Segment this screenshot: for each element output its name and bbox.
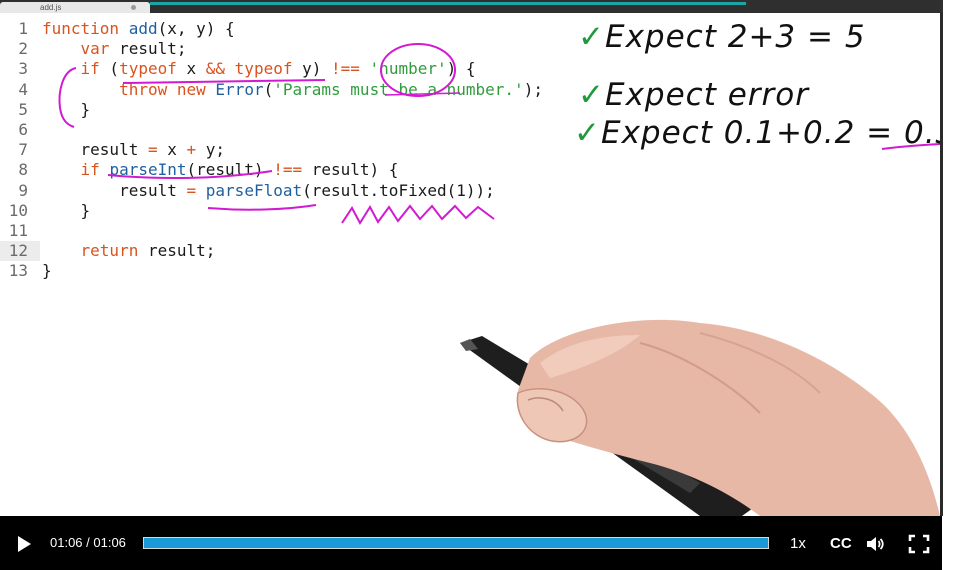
frame-edge <box>940 13 943 516</box>
fullscreen-icon <box>908 534 930 554</box>
note-text: Expect 2+3 = 5 <box>604 19 866 55</box>
checkmark-icon: ✓ <box>574 115 601 151</box>
seek-bar[interactable] <box>143 537 769 549</box>
string-underline <box>384 92 461 96</box>
file-tab[interactable]: add.js <box>0 2 150 13</box>
typeof-underline <box>122 79 326 84</box>
volume-button[interactable] <box>865 534 885 554</box>
expectation-note: ✓Expect 2+3 = 5 <box>578 17 866 57</box>
fullscreen-button[interactable] <box>908 534 930 554</box>
captions-button[interactable]: CC <box>830 535 852 553</box>
playback-speed-button[interactable]: 1x <box>790 535 806 553</box>
play-button[interactable] <box>14 534 34 554</box>
lesson-progress-bar <box>150 2 746 5</box>
file-tab-bar: add.js <box>0 0 943 13</box>
number-circle <box>380 43 456 97</box>
checkmark-icon: ✓ <box>578 77 605 113</box>
speaker-icon <box>867 537 884 551</box>
expectation-note: ✓Expect error <box>578 75 809 115</box>
seek-progress <box>144 538 768 548</box>
parseint-underline <box>107 170 273 180</box>
parsefloat-underline <box>207 204 317 211</box>
note-text: Expect 0.1+0.2 = 0.3 <box>600 115 942 151</box>
checkmark-icon: ✓ <box>578 19 605 55</box>
video-frame[interactable]: 1 function add(x, y) {2 var result; 3 if (… <box>0 13 942 516</box>
tab-modified-dot-icon <box>131 5 136 10</box>
video-controls: 01:06 / 01:06 1x CC <box>0 516 942 570</box>
time-display: 01:06 / 01:06 <box>50 535 126 550</box>
note-text: Expect error <box>604 77 809 113</box>
tofixed-squiggle <box>341 204 495 225</box>
play-icon <box>18 536 31 552</box>
expectation-note: ✓Expect 0.1+0.2 = 0.3 <box>574 113 942 153</box>
bracket-annotation <box>58 67 77 128</box>
file-tab-label: add.js <box>40 3 62 12</box>
